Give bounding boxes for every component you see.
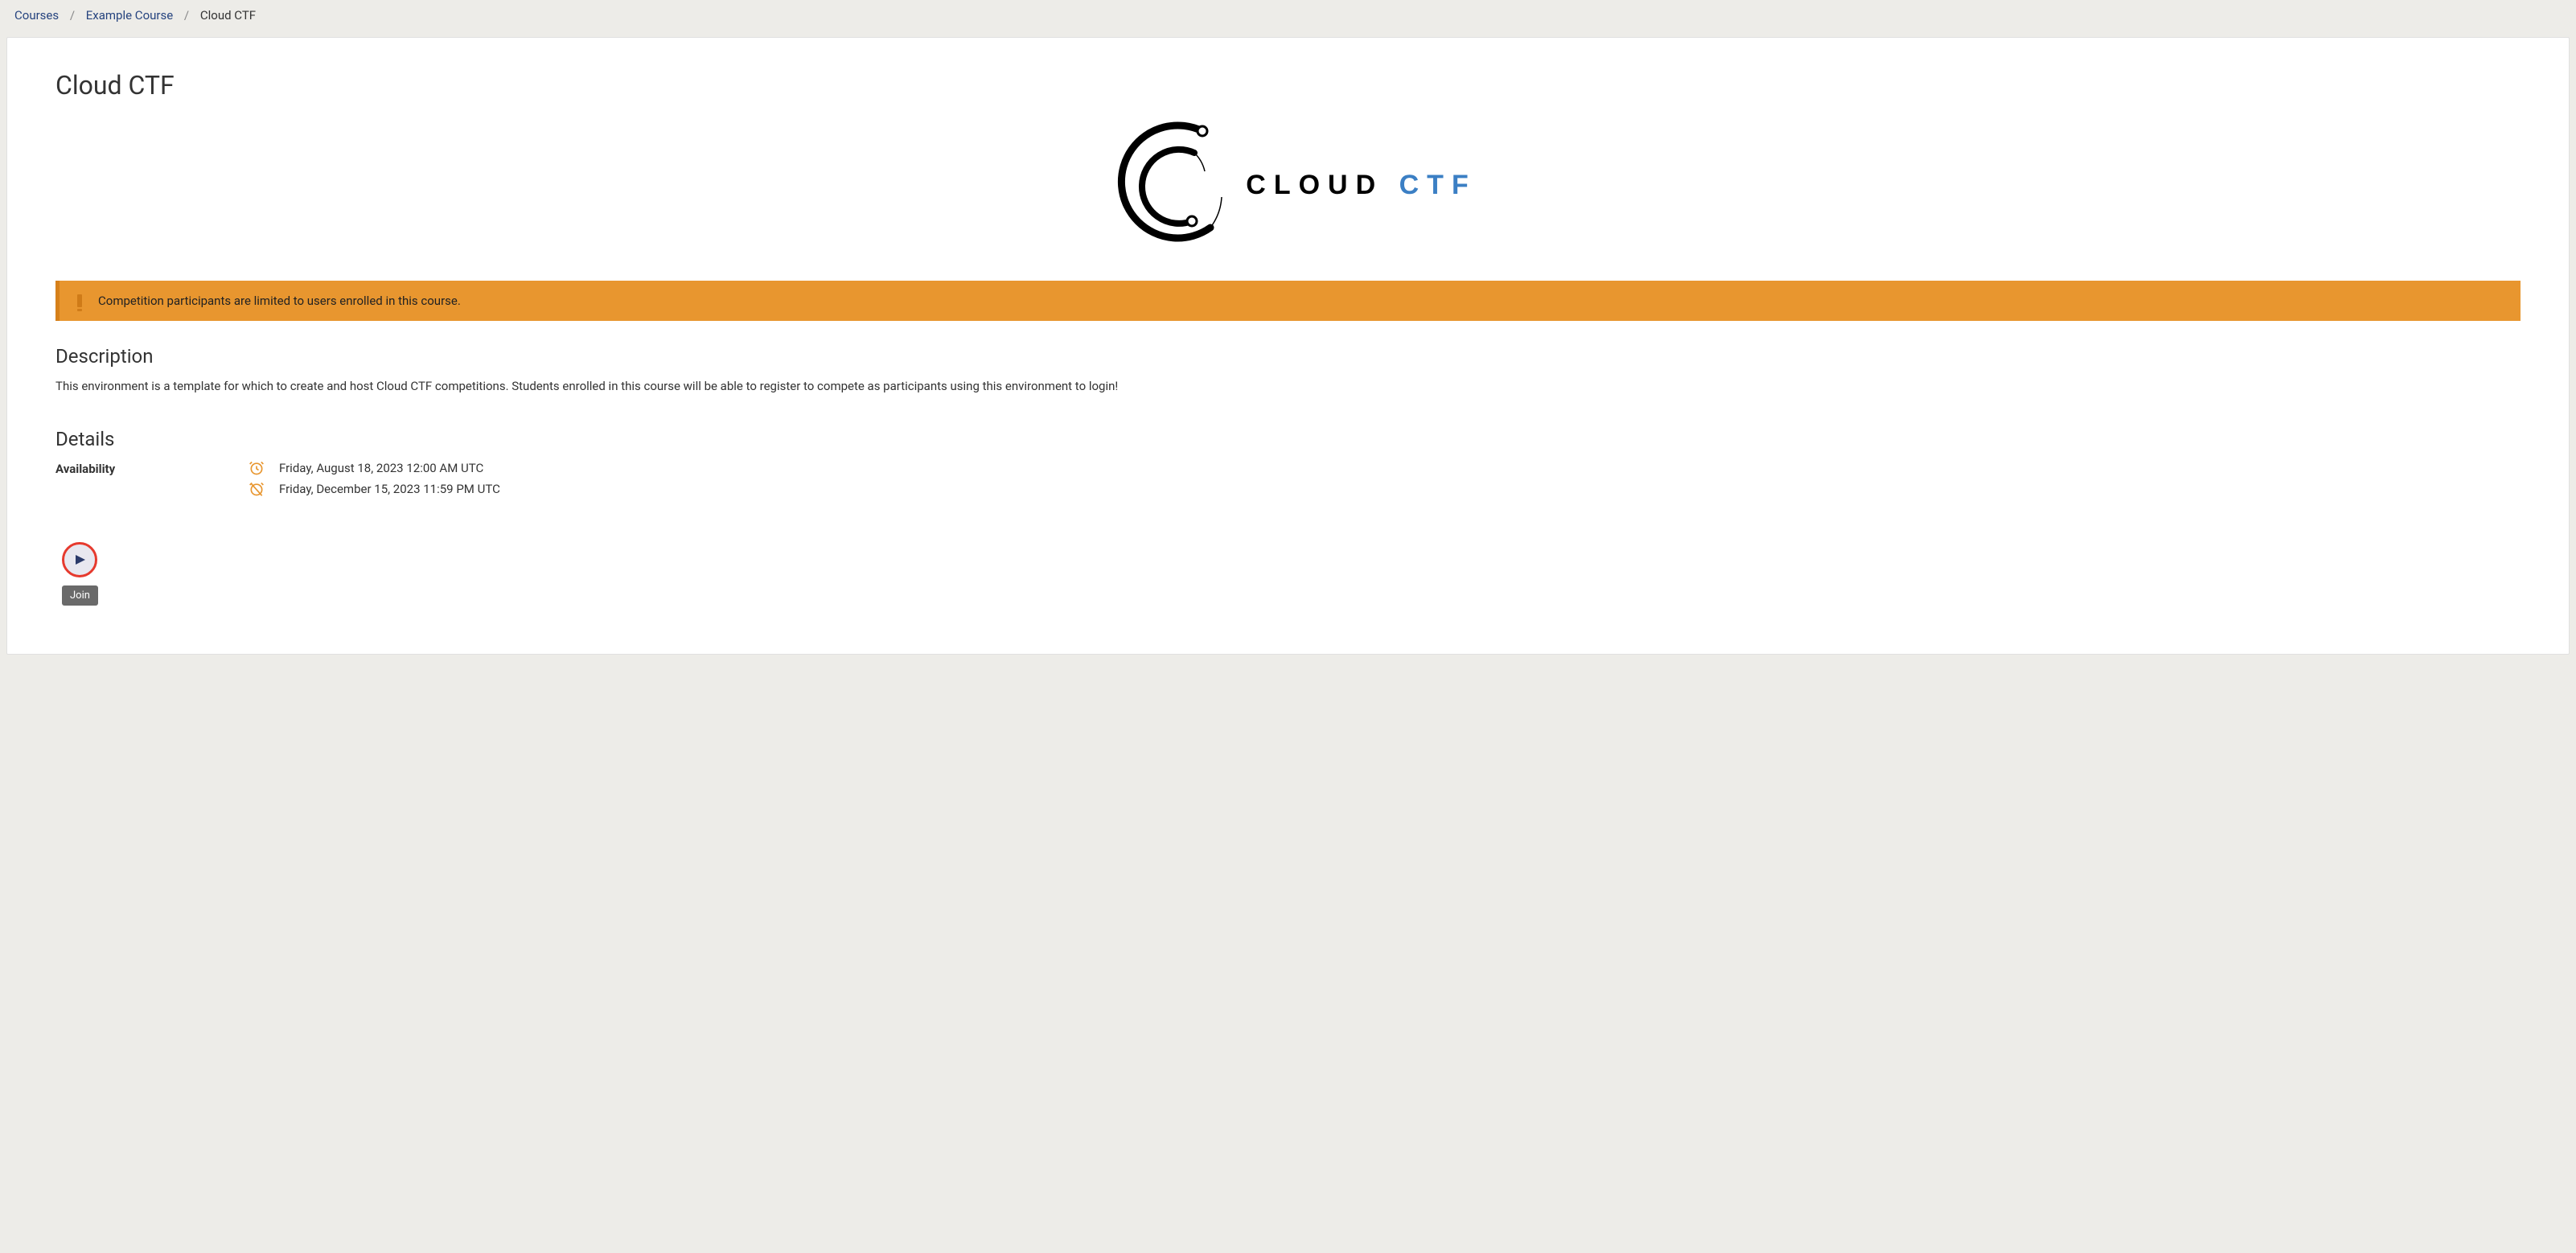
availability-end-line: Friday, December 15, 2023 11:59 PM UTC	[249, 481, 2521, 497]
availability-end-text: Friday, December 15, 2023 11:59 PM UTC	[279, 482, 500, 496]
description-text: This environment is a template for which…	[55, 377, 2521, 396]
alarm-on-icon	[249, 460, 265, 476]
logo-text-black: CLOUD	[1246, 170, 1383, 200]
join-tooltip: Join	[62, 585, 98, 606]
join-section: Join	[62, 542, 98, 606]
logo-text-blue: CTF	[1399, 170, 1477, 200]
page-title: Cloud CTF	[55, 70, 2521, 101]
alert-banner: Competition participants are limited to …	[55, 281, 2521, 321]
breadcrumb-separator: /	[184, 8, 189, 23]
alert-message: Competition participants are limited to …	[98, 294, 461, 308]
details-row-availability: Availability Friday, August 18, 2023 12:…	[55, 460, 2521, 502]
exclamation-icon	[77, 294, 82, 307]
main-card: Cloud CTF CLOUD CTF	[6, 37, 2570, 655]
logo-c-icon	[1099, 117, 1236, 253]
details-heading: Details	[55, 428, 2521, 450]
play-icon	[76, 555, 85, 565]
availability-start-text: Friday, August 18, 2023 12:00 AM UTC	[279, 461, 483, 475]
cloud-ctf-logo: CLOUD CTF	[1099, 117, 1476, 253]
logo-text: CLOUD CTF	[1246, 170, 1476, 201]
join-button[interactable]	[62, 542, 97, 577]
availability-values: Friday, August 18, 2023 12:00 AM UTC Fri…	[249, 460, 2521, 502]
description-heading: Description	[55, 345, 2521, 368]
availability-start-line: Friday, August 18, 2023 12:00 AM UTC	[249, 460, 2521, 476]
breadcrumb-link-courses[interactable]: Courses	[14, 8, 59, 23]
availability-label: Availability	[55, 460, 249, 502]
breadcrumb: Courses / Example Course / Cloud CTF	[0, 0, 2576, 31]
logo-container: CLOUD CTF	[55, 117, 2521, 257]
alarm-off-icon	[249, 481, 265, 497]
breadcrumb-link-example-course[interactable]: Example Course	[86, 8, 173, 23]
breadcrumb-current: Cloud CTF	[200, 8, 256, 23]
breadcrumb-separator: /	[70, 8, 75, 23]
